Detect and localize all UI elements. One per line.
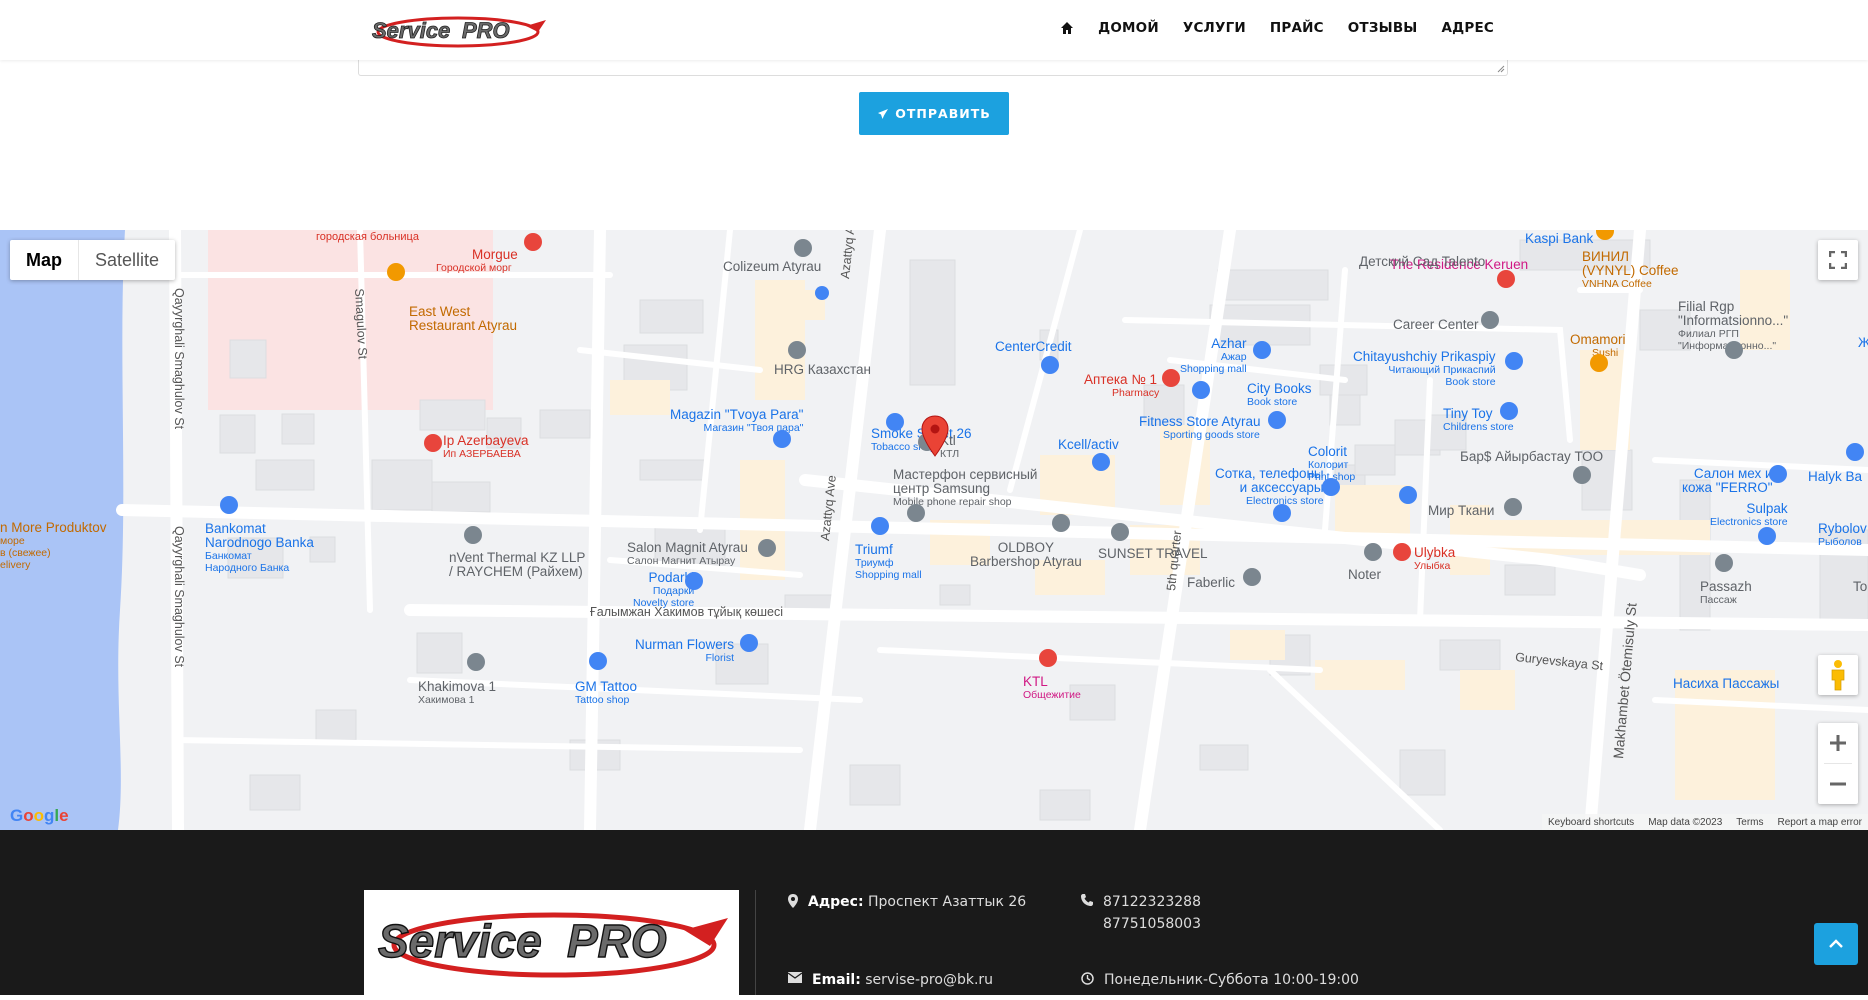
svg-text:PRO: PRO bbox=[462, 18, 510, 43]
report-error-link[interactable]: Report a map error bbox=[1778, 817, 1862, 828]
keyboard-shortcuts-link[interactable]: Keyboard shortcuts bbox=[1548, 817, 1634, 828]
svg-text:PRO: PRO bbox=[567, 915, 667, 967]
footer-logo[interactable]: Service PRO bbox=[364, 890, 739, 995]
map-type-map[interactable]: Map bbox=[10, 240, 79, 280]
plus-icon bbox=[1830, 735, 1846, 751]
site-footer: Service PRO Адрес: Проспект Азаттык 26 8… bbox=[0, 830, 1868, 995]
footer-hours: Понедельник-Суббота 10:00-19:00 bbox=[1081, 972, 1359, 988]
nav-address[interactable]: АДРЕС bbox=[1442, 20, 1495, 36]
location-marker-icon[interactable] bbox=[921, 415, 949, 457]
email-value[interactable]: servise-pro@bk.ru bbox=[865, 972, 993, 988]
resize-handle-icon[interactable] bbox=[1495, 63, 1505, 73]
svg-text:Service: Service bbox=[372, 18, 450, 43]
chevron-up-icon bbox=[1829, 939, 1843, 948]
street-view-pegman-button[interactable] bbox=[1818, 655, 1858, 695]
nav-services[interactable]: УСЛУГИ bbox=[1183, 20, 1246, 36]
hours-value: Понедельник-Суббота 10:00-19:00 bbox=[1104, 972, 1359, 988]
scroll-to-top-button[interactable] bbox=[1814, 923, 1858, 965]
paper-plane-icon bbox=[878, 108, 889, 119]
send-button[interactable]: ОТПРАВИТЬ bbox=[859, 92, 1009, 135]
email-label: Email: bbox=[812, 972, 861, 988]
nav-reviews[interactable]: ОТЗЫВЫ bbox=[1348, 20, 1418, 36]
map-data-text: Map data ©2023 bbox=[1648, 816, 1723, 828]
main-nav: ДОМОЙ УСЛУГИ ПРАЙС ОТЗЫВЫ АДРЕС bbox=[1060, 20, 1494, 36]
map-type-satellite[interactable]: Satellite bbox=[79, 240, 175, 280]
send-button-label: ОТПРАВИТЬ bbox=[895, 106, 991, 121]
map-attribution-bar: Keyboard shortcuts Map data ©2023 Terms … bbox=[1542, 814, 1868, 830]
map-type-control: Map Satellite bbox=[10, 240, 176, 280]
address-label: Адрес: bbox=[808, 894, 864, 910]
footer-email: Email: servise-pro@bk.ru bbox=[788, 972, 993, 988]
footer-phones: 87122323288 87751058003 bbox=[1081, 894, 1201, 932]
svg-text:Service: Service bbox=[378, 915, 542, 967]
nav-home[interactable]: ДОМОЙ bbox=[1098, 20, 1159, 36]
service-pro-logo: Service PRO bbox=[377, 912, 728, 978]
home-icon[interactable] bbox=[1060, 21, 1074, 35]
fullscreen-button[interactable] bbox=[1818, 240, 1858, 280]
phone-2[interactable]: 87751058003 bbox=[1103, 916, 1201, 932]
google-logo[interactable]: Google bbox=[10, 806, 69, 826]
minus-icon bbox=[1830, 782, 1846, 786]
fullscreen-icon bbox=[1829, 251, 1847, 269]
phone-icon bbox=[1081, 894, 1093, 906]
envelope-icon bbox=[788, 972, 802, 983]
service-pro-logo[interactable]: Service PRO bbox=[366, 8, 551, 52]
pegman-icon bbox=[1831, 660, 1845, 691]
zoom-out-button[interactable] bbox=[1818, 764, 1858, 804]
google-map[interactable]: Azattyq Ave Azattyq Ave Smagulov St Qayy… bbox=[0, 230, 1868, 830]
site-header: Service PRO ДОМОЙ УСЛУГИ ПРАЙС ОТЗЫВЫ АД… bbox=[0, 0, 1868, 60]
zoom-in-button[interactable] bbox=[1818, 723, 1858, 763]
poi-pin-icons bbox=[220, 230, 1864, 671]
footer-address: Адрес: Проспект Азаттык 26 bbox=[788, 894, 1026, 910]
clock-icon bbox=[1081, 972, 1094, 985]
map-marker-icon bbox=[788, 894, 798, 908]
zoom-control bbox=[1818, 723, 1858, 804]
nav-prices[interactable]: ПРАЙС bbox=[1270, 20, 1324, 36]
terms-link[interactable]: Terms bbox=[1736, 817, 1763, 828]
phone-1[interactable]: 87122323288 bbox=[1103, 894, 1201, 910]
address-value: Проспект Азаттык 26 bbox=[868, 894, 1027, 910]
footer-divider bbox=[755, 890, 756, 995]
